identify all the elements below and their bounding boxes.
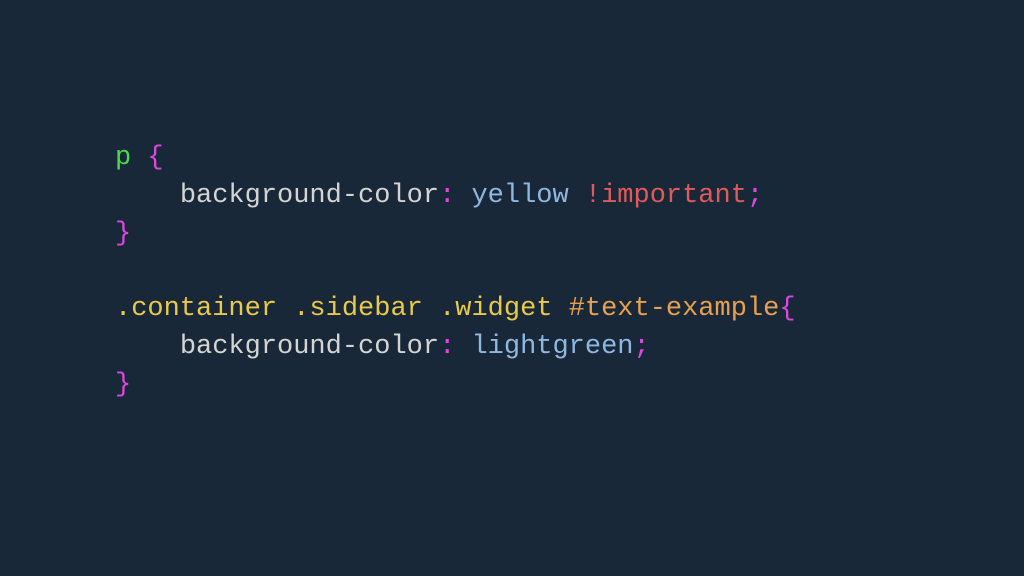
- semicolon: ;: [634, 332, 650, 362]
- colon: :: [439, 181, 455, 211]
- id-selector: #text-example: [569, 294, 780, 324]
- css-value: lightgreen: [471, 332, 633, 362]
- css-property: background-color: [180, 332, 439, 362]
- code-line-4: .container .sidebar .widget #text-exampl…: [115, 294, 796, 324]
- brace-open: {: [147, 143, 163, 173]
- colon: :: [439, 332, 455, 362]
- css-property: background-color: [180, 181, 439, 211]
- class-selector: .sidebar: [293, 294, 423, 324]
- css-code-block: p { background-color: yellow !important;…: [0, 0, 1024, 405]
- class-selector: .widget: [439, 294, 552, 324]
- important-keyword: !important: [585, 181, 747, 211]
- css-value: yellow: [471, 181, 568, 211]
- selector-tag: p: [115, 143, 131, 173]
- code-line-3: }: [115, 219, 131, 249]
- semicolon: ;: [747, 181, 763, 211]
- brace-open: {: [779, 294, 795, 324]
- code-line-1: p {: [115, 143, 164, 173]
- code-line-6: }: [115, 370, 131, 400]
- class-selector: .container: [115, 294, 277, 324]
- brace-close: }: [115, 370, 131, 400]
- brace-close: }: [115, 219, 131, 249]
- code-line-2: background-color: yellow !important;: [115, 181, 763, 211]
- code-line-5: background-color: lightgreen;: [115, 332, 650, 362]
